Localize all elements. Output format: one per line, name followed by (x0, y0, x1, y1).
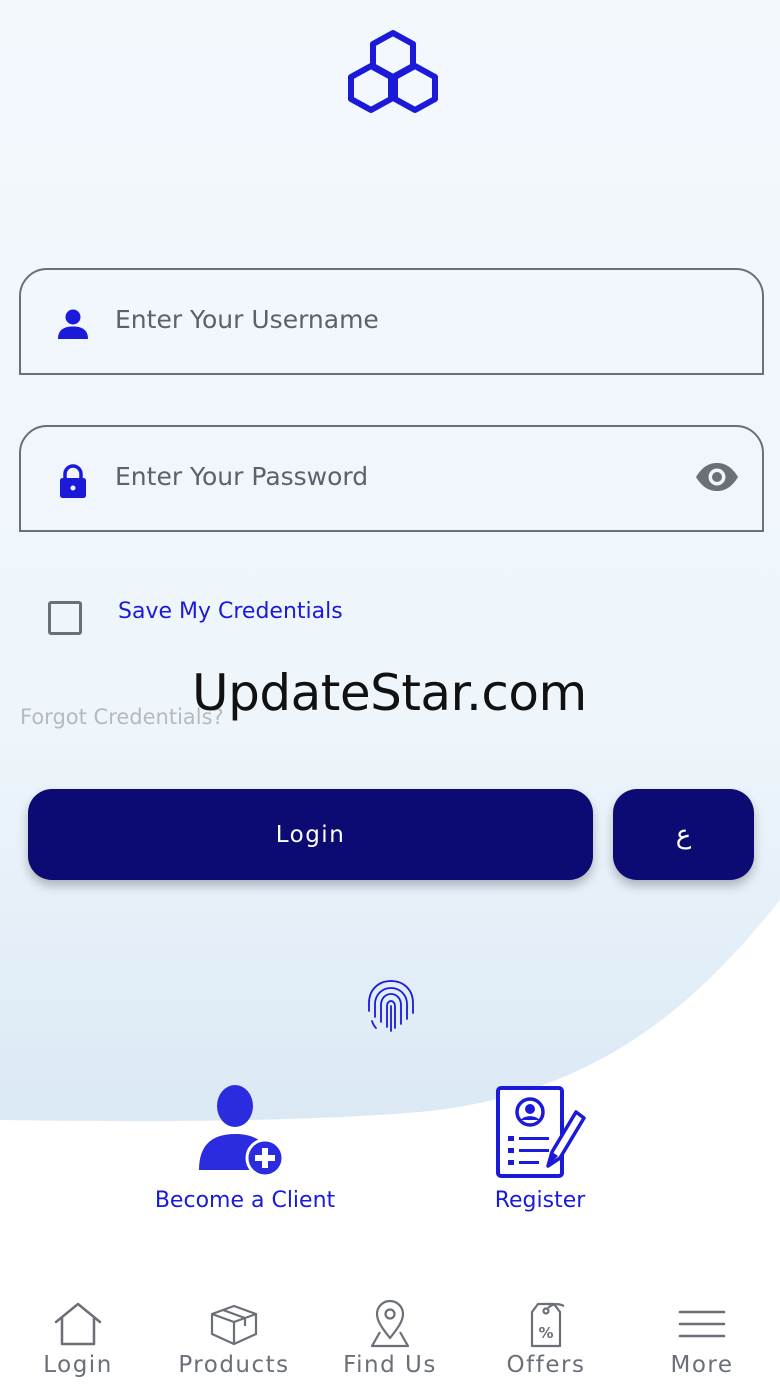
nav-item-login[interactable]: Login (0, 1286, 156, 1386)
register-label: Register (494, 1188, 586, 1213)
nav-label-products: Products (178, 1352, 290, 1378)
nav-label-more: More (670, 1352, 734, 1378)
register-form-icon (496, 1086, 586, 1178)
price-tag-icon: % (530, 1302, 565, 1348)
password-field[interactable] (19, 425, 764, 532)
background-gradient (0, 0, 780, 1122)
watermark-text: UpdateStar.com (192, 664, 587, 722)
add-user-icon (199, 1085, 285, 1178)
nav-item-products[interactable]: Products (156, 1286, 312, 1386)
nav-label-login: Login (43, 1352, 113, 1378)
language-toggle-button[interactable]: ع (613, 789, 754, 880)
bottom-navigation: Login Products Find Us % Offers More (0, 1286, 780, 1386)
password-input[interactable] (115, 451, 675, 501)
menu-icon (678, 1310, 726, 1338)
user-icon (58, 309, 88, 339)
fingerprint-icon[interactable] (361, 975, 421, 1035)
save-credentials-label[interactable]: Save My Credentials (118, 599, 343, 624)
become-client-label: Become a Client (154, 1188, 336, 1213)
nav-label-offers: Offers (506, 1352, 586, 1378)
become-client-action[interactable]: Become a Client (140, 1082, 350, 1213)
nav-item-more[interactable]: More (624, 1286, 780, 1386)
login-button[interactable]: Login (28, 789, 593, 880)
nav-item-offers[interactable]: % Offers (468, 1286, 624, 1386)
nav-item-find-us[interactable]: Find Us (312, 1286, 468, 1386)
username-field[interactable] (19, 268, 764, 375)
eye-icon[interactable] (694, 461, 740, 493)
save-credentials-checkbox[interactable] (48, 601, 82, 635)
app-logo (348, 30, 438, 113)
username-input[interactable] (115, 294, 675, 344)
box-icon (210, 1304, 258, 1346)
nav-label-find-us: Find Us (343, 1352, 437, 1378)
svg-text:%: % (538, 1324, 553, 1342)
register-action[interactable]: Register (470, 1082, 610, 1213)
home-icon (54, 1302, 102, 1346)
location-pin-icon (370, 1300, 410, 1348)
lock-icon (60, 464, 86, 498)
